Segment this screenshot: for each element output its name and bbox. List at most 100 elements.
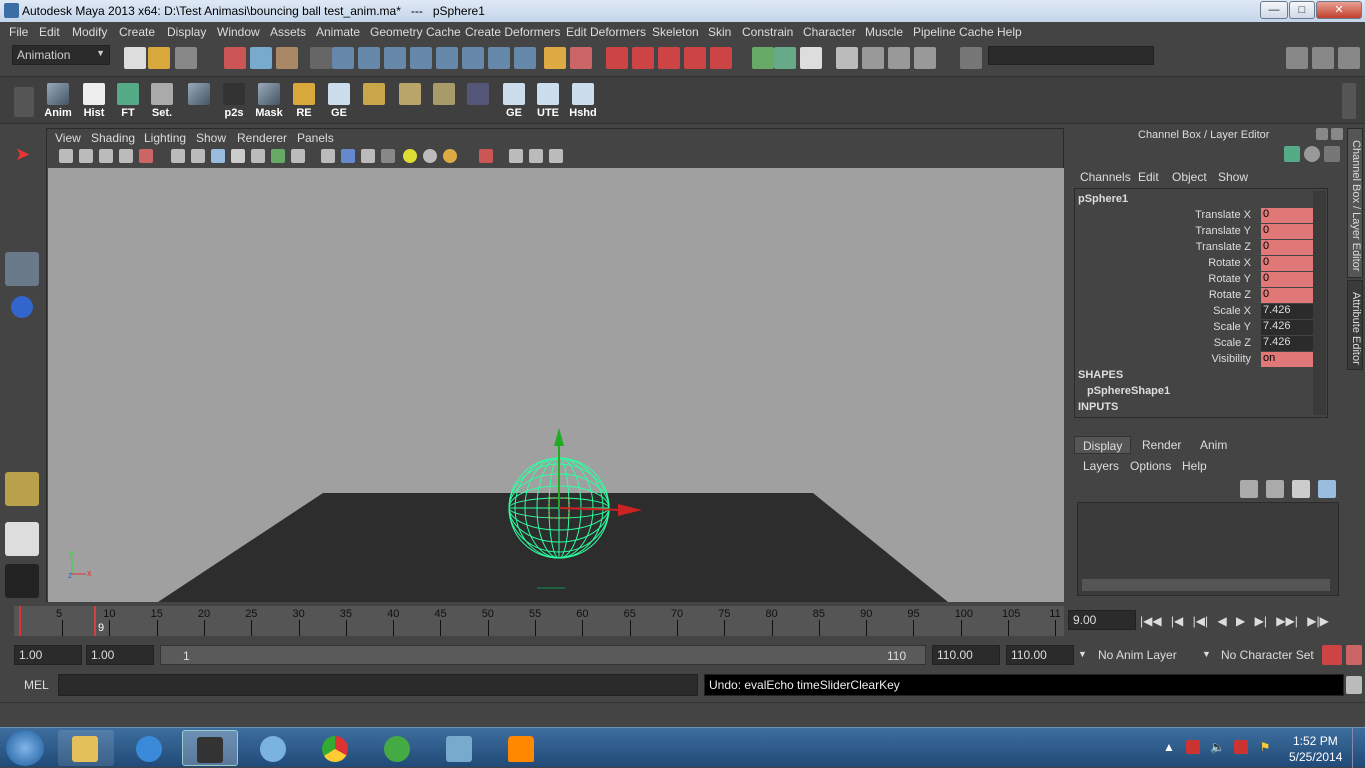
menu-skin[interactable]: Skin [708, 25, 731, 39]
clock-time[interactable]: 1:52 PM [1293, 734, 1338, 748]
channel-rotate-z[interactable]: Rotate Z0 [1075, 288, 1325, 304]
vp-menu-renderer[interactable]: Renderer [237, 131, 287, 145]
xray-joints-icon[interactable] [529, 149, 543, 163]
shelf-button-ute[interactable]: UTE [532, 83, 564, 121]
channel-translate-x[interactable]: Translate X0 [1075, 208, 1325, 224]
paint-select-tool-icon[interactable] [5, 214, 39, 248]
tab-attribute-editor[interactable]: Attribute Editor [1347, 280, 1363, 370]
cb-menu-channels[interactable]: Channels [1080, 170, 1131, 184]
tab-render[interactable]: Render [1134, 436, 1189, 454]
shelf-button-uv[interactable] [358, 83, 390, 121]
shelf-scroll-icon[interactable] [1342, 83, 1356, 119]
close-button[interactable]: ✕ [1316, 1, 1362, 19]
select-surfaces-icon[interactable] [410, 47, 432, 69]
resolution-gate-icon[interactable] [211, 149, 225, 163]
lock-selection-icon[interactable] [544, 47, 566, 69]
select-dynamics-icon[interactable] [462, 47, 484, 69]
maximize-button[interactable]: □ [1289, 1, 1315, 19]
speed-icon[interactable] [1304, 146, 1320, 162]
vp-menu-shading[interactable]: Shading [91, 131, 135, 145]
select-hierarchy-icon[interactable] [224, 47, 246, 69]
select-object-icon[interactable] [250, 47, 272, 69]
menu-create-deformers[interactable]: Create Deformers [465, 25, 560, 39]
select-handles-icon[interactable] [332, 47, 354, 69]
select-rendering-icon[interactable] [488, 47, 510, 69]
menu-skeleton[interactable]: Skeleton [652, 25, 699, 39]
shelf-button-mask[interactable]: Mask [253, 83, 285, 121]
range-slider[interactable]: 1 110 [160, 645, 926, 665]
step-back-frame-button[interactable]: |◀| [1193, 614, 1208, 628]
shelf-menu-icon[interactable] [14, 87, 34, 117]
shelf-button-box2[interactable] [428, 83, 460, 121]
single-perspective-layout-icon[interactable] [5, 522, 39, 556]
scale-tool-icon[interactable] [5, 326, 39, 360]
quick-selection-field[interactable] [988, 46, 1154, 65]
render-view-icon[interactable] [836, 47, 858, 69]
layer-menu-help[interactable]: Help [1182, 459, 1207, 473]
shadows-icon[interactable] [423, 149, 437, 163]
hyper-icon[interactable] [1324, 146, 1340, 162]
maya-logo-icon[interactable] [5, 564, 39, 598]
channel-scale-x[interactable]: Scale X 7.426 [1075, 304, 1325, 320]
menu-pipeline-cache[interactable]: Pipeline Cache [913, 25, 994, 39]
tab-anim[interactable]: Anim [1192, 436, 1235, 454]
menu-file[interactable]: File [9, 25, 28, 39]
select-tool-icon[interactable]: ➤ [5, 138, 39, 172]
tray-app-icon[interactable] [1186, 740, 1200, 754]
xray-components-icon[interactable] [549, 149, 563, 163]
output-ops-icon[interactable] [774, 47, 796, 69]
vp-menu-panels[interactable]: Panels [297, 131, 334, 145]
safe-title-icon[interactable] [291, 149, 305, 163]
channel-scale-y[interactable]: Scale Y 7.426 [1075, 320, 1325, 336]
shelf-button-ge[interactable]: GE [323, 83, 355, 121]
cb-menu-object[interactable]: Object [1172, 170, 1207, 184]
camera-select-icon[interactable] [59, 149, 73, 163]
snap-grid-icon[interactable] [606, 47, 628, 69]
current-time-field[interactable]: 9.00 [1068, 610, 1136, 630]
playback-start-field[interactable]: 1.00 [86, 645, 154, 665]
menu-constrain[interactable]: Constrain [742, 25, 793, 39]
object-name[interactable]: pSphere1 [1078, 193, 1128, 205]
shelf-button-hshd[interactable]: Hshd [567, 83, 599, 121]
animation-preferences-icon[interactable] [1346, 645, 1362, 665]
float-panel-icon[interactable] [1316, 128, 1328, 140]
safe-action-icon[interactable] [271, 149, 285, 163]
shelf-button-ge2[interactable]: GE [498, 83, 530, 121]
channel-translate-z[interactable]: Translate Z0 [1075, 240, 1325, 256]
auto-key-icon[interactable] [1322, 645, 1342, 665]
channel-box-toggle-icon[interactable] [1338, 47, 1360, 69]
move-tool-icon[interactable] [5, 252, 39, 286]
snap-live-icon[interactable] [710, 47, 732, 69]
play-backward-button[interactable]: ◀ [1217, 614, 1226, 628]
taskbar-explorer[interactable] [58, 730, 114, 766]
camera-attributes-icon[interactable] [79, 149, 93, 163]
render-frame-icon[interactable] [862, 47, 884, 69]
film-gate-icon[interactable] [191, 149, 205, 163]
current-frame-marker[interactable] [94, 606, 96, 636]
taskbar-vlc[interactable] [494, 730, 550, 766]
tab-display[interactable]: Display [1074, 436, 1132, 454]
manipulator-tool-icon[interactable] [5, 362, 39, 396]
playback-end-field[interactable]: 110.00 [932, 645, 1000, 665]
last-tool-icon[interactable] [5, 472, 39, 506]
vp-menu-lighting[interactable]: Lighting [144, 131, 186, 145]
chevron-down-icon[interactable]: ▼ [1078, 649, 1087, 659]
tool-settings-toggle-icon[interactable] [1312, 47, 1334, 69]
input-ops-icon[interactable] [752, 47, 774, 69]
wireframe-icon[interactable] [321, 149, 335, 163]
open-scene-icon[interactable] [148, 47, 170, 69]
menu-help[interactable]: Help [997, 25, 1022, 39]
image-plane-icon[interactable] [119, 149, 133, 163]
network-icon[interactable] [1234, 740, 1248, 754]
clock-date[interactable]: 5/25/2014 [1289, 750, 1342, 764]
shelf-button-ft[interactable]: FT [112, 83, 144, 121]
save-scene-icon[interactable] [175, 47, 197, 69]
quick-select-icon[interactable] [960, 47, 982, 69]
new-scene-icon[interactable] [124, 47, 146, 69]
layer-list-hscrollbar[interactable] [1082, 579, 1330, 591]
vp-menu-show[interactable]: Show [196, 131, 226, 145]
layer-star-blue-icon[interactable] [1318, 480, 1336, 498]
textured-icon[interactable] [381, 149, 395, 163]
grid-icon[interactable] [171, 149, 185, 163]
step-forward-key-button[interactable]: ▶| [1255, 614, 1267, 628]
